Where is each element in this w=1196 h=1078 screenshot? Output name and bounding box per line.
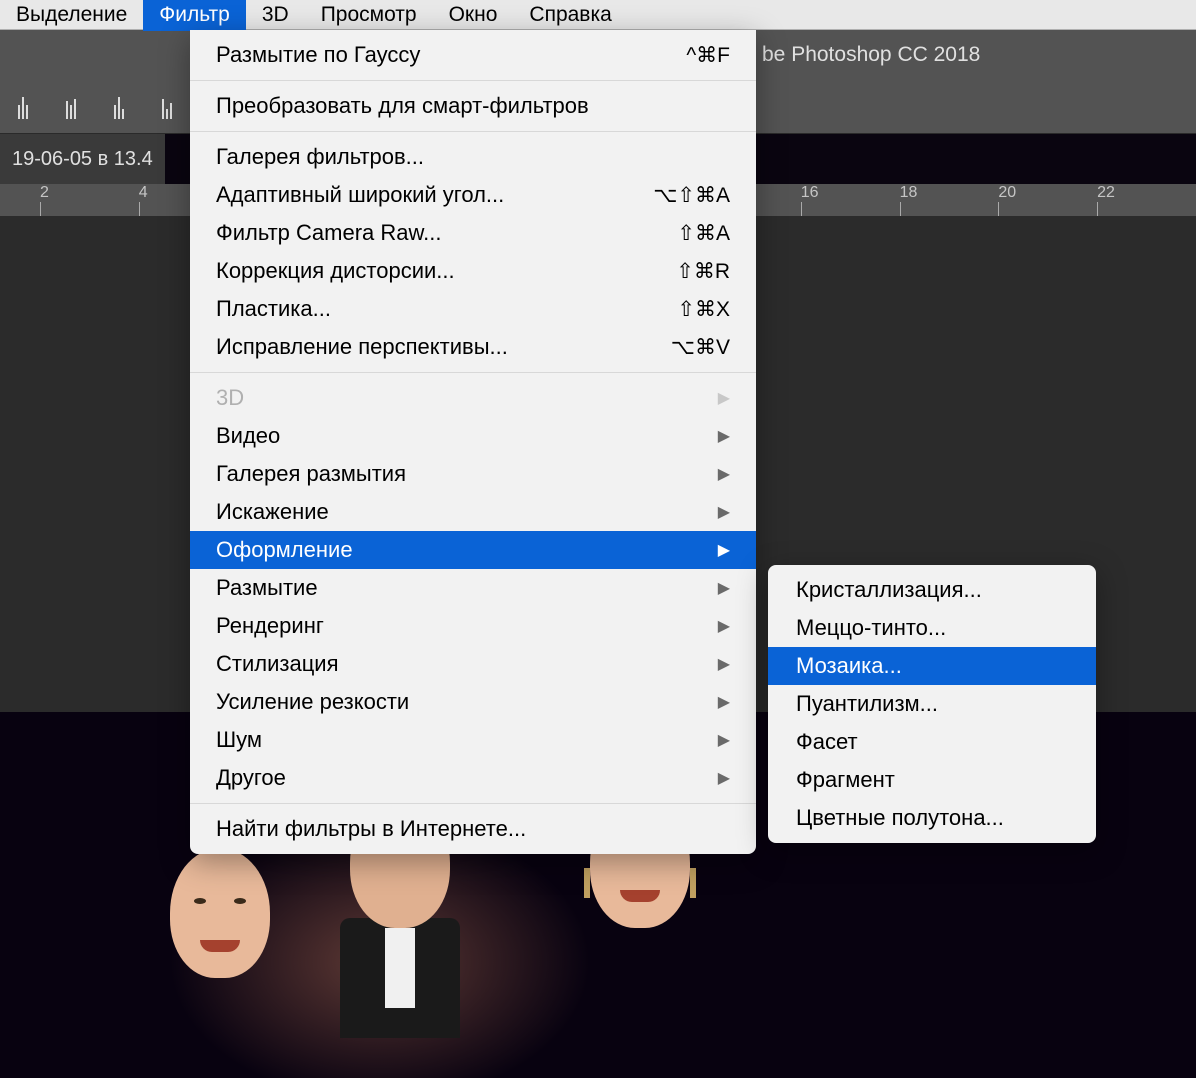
menu-bar: Выделение Фильтр 3D Просмотр Окно Справк… <box>0 0 1196 30</box>
submenu-arrow-icon: ▶ <box>718 502 730 522</box>
menu-3d[interactable]: 3D <box>246 0 305 31</box>
menu-item-label: Пуантилизм... <box>796 691 1068 717</box>
align-icon[interactable] <box>8 95 38 119</box>
menu-view[interactable]: Просмотр <box>305 0 433 31</box>
menu-item-pixelate[interactable]: Оформление ▶ <box>190 531 756 569</box>
menu-item-label: Цветные полутона... <box>796 805 1068 831</box>
align-icon[interactable] <box>104 95 134 119</box>
menu-selection[interactable]: Выделение <box>0 0 143 31</box>
menu-item-label: Найти фильтры в Интернете... <box>216 816 730 842</box>
submenu-item-facet[interactable]: Фасет <box>768 723 1096 761</box>
menu-item-convert-smart[interactable]: Преобразовать для смарт-фильтров <box>190 87 756 125</box>
filter-dropdown: Размытие по Гауссу ^⌘F Преобразовать для… <box>190 30 756 854</box>
submenu-arrow-icon: ▶ <box>718 654 730 674</box>
menu-item-label: Коррекция дисторсии... <box>216 258 676 284</box>
submenu-arrow-icon: ▶ <box>718 540 730 560</box>
menu-item-label: Мозаика... <box>796 653 1068 679</box>
menu-item-label: Усиление резкости <box>216 689 718 715</box>
menu-item-blur[interactable]: Размытие ▶ <box>190 569 756 607</box>
pixelate-submenu: Кристаллизация... Меццо-тинто... Мозаика… <box>768 565 1096 843</box>
menu-shortcut: ⇧⌘X <box>677 297 730 322</box>
menu-shortcut: ⇧⌘R <box>676 259 730 284</box>
menu-separator <box>190 372 756 373</box>
submenu-arrow-icon: ▶ <box>718 616 730 636</box>
menu-item-other[interactable]: Другое ▶ <box>190 759 756 797</box>
menu-item-adaptive-wide-angle[interactable]: Адаптивный широкий угол... ⌥⇧⌘A <box>190 176 756 214</box>
menu-separator <box>190 131 756 132</box>
menu-item-label: Галерея размытия <box>216 461 718 487</box>
document-tab-label: 19-06-05 в 13.4 <box>12 148 153 171</box>
menu-item-label: Другое <box>216 765 718 791</box>
menu-item-label: Размытие по Гауссу <box>216 42 686 68</box>
document-tab[interactable]: 19-06-05 в 13.4 <box>0 134 165 184</box>
submenu-arrow-icon: ▶ <box>718 768 730 788</box>
submenu-item-pointillize[interactable]: Пуантилизм... <box>768 685 1096 723</box>
align-icon[interactable] <box>152 95 182 119</box>
ruler-tick: 18 <box>900 184 999 202</box>
submenu-arrow-icon: ▶ <box>718 730 730 750</box>
menu-item-distort[interactable]: Искажение ▶ <box>190 493 756 531</box>
menu-shortcut: ^⌘F <box>686 43 730 68</box>
menu-item-label: Исправление перспективы... <box>216 334 671 360</box>
submenu-item-color-halftone[interactable]: Цветные полутона... <box>768 799 1096 837</box>
menu-item-label: Преобразовать для смарт-фильтров <box>216 93 730 119</box>
menu-item-label: Пластика... <box>216 296 677 322</box>
menu-separator <box>190 80 756 81</box>
menu-item-last-filter[interactable]: Размытие по Гауссу ^⌘F <box>190 36 756 74</box>
menu-item-video[interactable]: Видео ▶ <box>190 417 756 455</box>
menu-item-label: Фильтр Camera Raw... <box>216 220 677 246</box>
ruler-tick: 22 <box>1097 184 1196 202</box>
submenu-item-fragment[interactable]: Фрагмент <box>768 761 1096 799</box>
menu-separator <box>190 803 756 804</box>
menu-item-label: Фрагмент <box>796 767 1068 793</box>
submenu-item-mezzotint[interactable]: Меццо-тинто... <box>768 609 1096 647</box>
submenu-arrow-icon: ▶ <box>718 388 730 408</box>
menu-item-label: Видео <box>216 423 718 449</box>
ruler-tick: 20 <box>998 184 1097 202</box>
align-icon[interactable] <box>56 95 86 119</box>
menu-item-lens-correction[interactable]: Коррекция дисторсии... ⇧⌘R <box>190 252 756 290</box>
menu-item-camera-raw[interactable]: Фильтр Camera Raw... ⇧⌘A <box>190 214 756 252</box>
photo-person <box>140 848 300 1078</box>
menu-window[interactable]: Окно <box>433 0 514 31</box>
submenu-arrow-icon: ▶ <box>718 692 730 712</box>
menu-item-label: Рендеринг <box>216 613 718 639</box>
menu-item-label: Кристаллизация... <box>796 577 1068 603</box>
menu-help[interactable]: Справка <box>513 0 627 31</box>
ruler-tick: 2 <box>40 184 139 202</box>
menu-filter[interactable]: Фильтр <box>143 0 246 31</box>
menu-item-sharpen[interactable]: Усиление резкости ▶ <box>190 683 756 721</box>
menu-item-label: Фасет <box>796 729 1068 755</box>
menu-item-blur-gallery[interactable]: Галерея размытия ▶ <box>190 455 756 493</box>
menu-item-render[interactable]: Рендеринг ▶ <box>190 607 756 645</box>
submenu-arrow-icon: ▶ <box>718 578 730 598</box>
menu-shortcut: ⌥⇧⌘A <box>653 183 730 208</box>
submenu-item-mosaic[interactable]: Мозаика... <box>768 647 1096 685</box>
menu-shortcut: ⌥⌘V <box>671 335 730 360</box>
menu-item-label: Галерея фильтров... <box>216 144 730 170</box>
menu-item-label: 3D <box>216 385 718 411</box>
menu-item-label: Адаптивный широкий угол... <box>216 182 653 208</box>
menu-item-label: Шум <box>216 727 718 753</box>
ruler-tick: 16 <box>801 184 900 202</box>
menu-item-browse-online[interactable]: Найти фильтры в Интернете... <box>190 810 756 848</box>
menu-item-stylize[interactable]: Стилизация ▶ <box>190 645 756 683</box>
menu-item-3d: 3D ▶ <box>190 379 756 417</box>
menu-item-label: Искажение <box>216 499 718 525</box>
menu-item-vanishing-point[interactable]: Исправление перспективы... ⌥⌘V <box>190 328 756 366</box>
menu-item-filter-gallery[interactable]: Галерея фильтров... <box>190 138 756 176</box>
submenu-arrow-icon: ▶ <box>718 464 730 484</box>
menu-item-label: Размытие <box>216 575 718 601</box>
menu-item-label: Стилизация <box>216 651 718 677</box>
menu-item-liquify[interactable]: Пластика... ⇧⌘X <box>190 290 756 328</box>
menu-item-noise[interactable]: Шум ▶ <box>190 721 756 759</box>
menu-shortcut: ⇧⌘A <box>677 221 730 246</box>
menu-item-label: Меццо-тинто... <box>796 615 1068 641</box>
submenu-arrow-icon: ▶ <box>718 426 730 446</box>
window-title: be Photoshop CC 2018 <box>762 43 980 67</box>
submenu-item-crystallize[interactable]: Кристаллизация... <box>768 571 1096 609</box>
menu-item-label: Оформление <box>216 537 718 563</box>
